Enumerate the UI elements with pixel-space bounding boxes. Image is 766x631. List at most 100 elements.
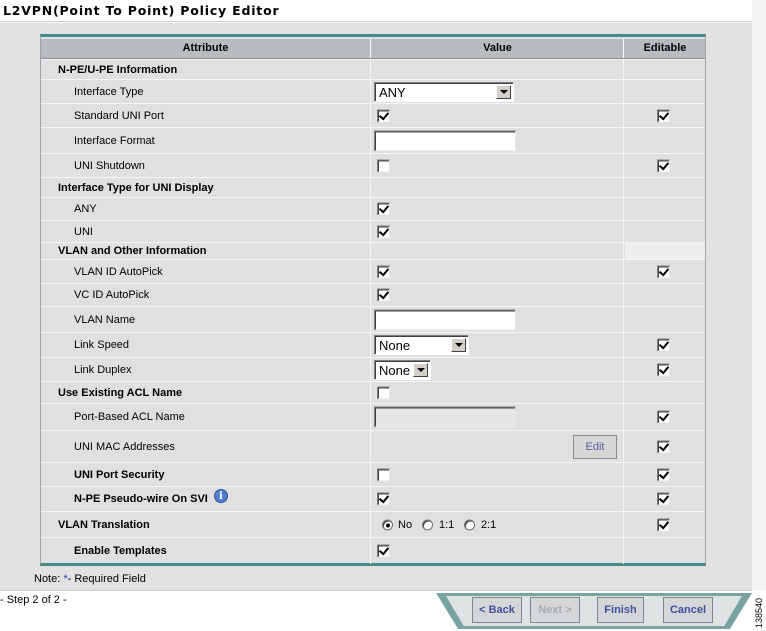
row-port-based-acl: Port-Based ACL Name	[41, 403, 705, 430]
chevron-down-icon[interactable]	[413, 362, 428, 377]
row-vlan-translation: VLAN Translation No 1:1 2:1	[41, 511, 705, 537]
link-duplex-value: None	[379, 362, 411, 378]
uni-mac-editable-checkbox[interactable]	[657, 440, 670, 453]
row-standard-uni-port: Standard UNI Port	[41, 103, 705, 127]
enable-templates-label: Enable Templates	[74, 545, 167, 557]
editable-header: Editable	[643, 42, 687, 54]
vlan-id-autopick-label: VLAN ID AutoPick	[74, 265, 163, 278]
vlan-id-autopick-editable-checkbox[interactable]	[657, 265, 670, 278]
vlan-translation-1to1-label: 1:1	[439, 518, 455, 531]
figure-number-text: 138540	[754, 597, 765, 629]
vlan-id-autopick-checkbox[interactable]	[377, 265, 390, 278]
interface-type-label: Interface Type	[74, 85, 144, 98]
uni-port-security-checkbox[interactable]	[377, 468, 390, 481]
uni-port-security-label: UNI Port Security	[74, 468, 165, 481]
back-button[interactable]: < Back	[472, 597, 522, 623]
note-prefix: Note:	[34, 573, 64, 585]
chevron-down-icon[interactable]	[451, 338, 466, 352]
uni-shutdown-editable-checkbox[interactable]	[657, 159, 670, 172]
link-duplex-editable-checkbox[interactable]	[657, 363, 670, 376]
row-uni: UNI	[41, 220, 705, 242]
interface-format-label: Interface Format	[74, 134, 155, 147]
vlan-name-input[interactable]	[374, 309, 516, 330]
edit-button[interactable]: Edit	[573, 434, 617, 459]
row-uni-mac-addresses: UNI MAC Addresses Edit	[41, 430, 705, 462]
section-label: VLAN and Other Information	[58, 245, 207, 257]
cancel-button[interactable]: Cancel	[663, 597, 713, 623]
step-indicator: - Step 2 of 2 -	[0, 594, 67, 606]
finish-button[interactable]: Finish	[597, 597, 644, 623]
uni-shutdown-checkbox[interactable]	[377, 159, 390, 172]
interface-format-input[interactable]	[374, 130, 516, 151]
uni-mac-addresses-label: UNI MAC Addresses	[74, 440, 175, 453]
vlan-translation-2to1-label: 2:1	[481, 518, 497, 531]
row-interface-type: Interface Type ANY	[41, 79, 705, 103]
vc-id-autopick-checkbox[interactable]	[377, 288, 390, 302]
vlan-translation-editable-checkbox[interactable]	[657, 518, 670, 531]
link-speed-select[interactable]: None	[374, 335, 469, 355]
standard-uni-port-checkbox[interactable]	[377, 109, 390, 122]
row-vlan-id-autopick: VLAN ID AutoPick	[41, 259, 705, 283]
scroll-strip	[752, 0, 766, 590]
info-icon[interactable]: i	[213, 489, 228, 503]
vlan-translation-no-radio[interactable]	[382, 519, 393, 530]
use-existing-acl-checkbox[interactable]	[377, 386, 390, 399]
any-checkbox[interactable]	[377, 202, 390, 216]
row-npe-pseudowire: N-PE Pseudo-wire On SVI i	[41, 486, 705, 511]
chevron-down-icon[interactable]	[496, 84, 511, 99]
title-bar: L2VPN(Point To Point) Policy Editor	[0, 0, 752, 22]
required-note: Note: *- Required Field	[34, 573, 146, 585]
use-existing-acl-label: Use Existing ACL Name	[58, 386, 183, 399]
vlan-translation-no-label: No	[398, 518, 413, 531]
row-uni-port-security: UNI Port Security	[41, 462, 705, 486]
port-based-acl-label: Port-Based ACL Name	[74, 411, 185, 423]
uni-shutdown-label: UNI Shutdown	[74, 159, 145, 172]
uni-checkbox[interactable]	[377, 225, 390, 238]
value-header: Value	[372, 39, 624, 58]
interface-type-value: ANY	[379, 84, 406, 100]
row-vc-id-autopick: VC ID AutoPick	[41, 283, 705, 306]
port-based-acl-editable-checkbox[interactable]	[657, 410, 670, 424]
link-duplex-label: Link Duplex	[74, 363, 132, 376]
section-uni-display: Interface Type for UNI Display	[41, 177, 705, 197]
uni-label: UNI	[74, 225, 93, 238]
section-label: N-PE/U-PE Information	[58, 63, 178, 76]
policy-form: Attribute Value Editable N-PE/U-PE Infor…	[40, 34, 706, 566]
row-link-speed: Link Speed None	[41, 332, 705, 357]
vlan-translation-2to1-radio[interactable]	[464, 519, 475, 530]
vc-id-autopick-label: VC ID AutoPick	[74, 289, 150, 301]
vlan-translation-1to1-radio[interactable]	[422, 519, 433, 530]
section-npe-upe: N-PE/U-PE Information	[41, 59, 705, 79]
any-label: ANY	[74, 203, 97, 215]
vlan-translation-label: VLAN Translation	[58, 518, 150, 531]
link-speed-label: Link Speed	[74, 339, 130, 351]
vlan-name-label: VLAN Name	[74, 313, 136, 326]
row-any: ANY	[41, 197, 705, 220]
table-header: Attribute Value Editable	[41, 39, 705, 59]
interface-type-select[interactable]: ANY	[374, 81, 514, 102]
row-link-duplex: Link Duplex None	[41, 357, 705, 381]
page-title: L2VPN(Point To Point) Policy Editor	[3, 3, 280, 18]
uni-port-security-editable-checkbox[interactable]	[657, 468, 670, 481]
link-speed-editable-checkbox[interactable]	[657, 338, 670, 352]
section-label: Interface Type for UNI Display	[58, 181, 214, 194]
row-interface-format: Interface Format	[41, 127, 705, 153]
standard-uni-port-label: Standard UNI Port	[74, 109, 164, 122]
next-button: Next >	[530, 597, 580, 623]
standard-uni-port-editable-checkbox[interactable]	[657, 109, 670, 122]
figure-number: 138540	[754, 596, 766, 630]
row-uni-shutdown: UNI Shutdown	[41, 153, 705, 177]
npe-pseudowire-text: N-PE Pseudo-wire On SVI	[74, 493, 208, 505]
link-speed-value: None	[379, 338, 411, 353]
link-duplex-select[interactable]: None	[374, 359, 431, 380]
note-text: - Required Field	[67, 573, 146, 585]
attribute-header: Attribute	[41, 39, 371, 58]
row-use-existing-acl: Use Existing ACL Name	[41, 381, 705, 403]
npe-pseudowire-checkbox[interactable]	[377, 492, 390, 506]
port-based-acl-input	[374, 406, 516, 428]
enable-templates-checkbox[interactable]	[377, 544, 390, 558]
row-vlan-name: VLAN Name	[41, 306, 705, 332]
npe-pseudowire-label: N-PE Pseudo-wire On SVI i	[74, 489, 228, 506]
section-vlan: VLAN and Other Information	[41, 242, 705, 259]
npe-pseudowire-editable-checkbox[interactable]	[657, 492, 670, 506]
